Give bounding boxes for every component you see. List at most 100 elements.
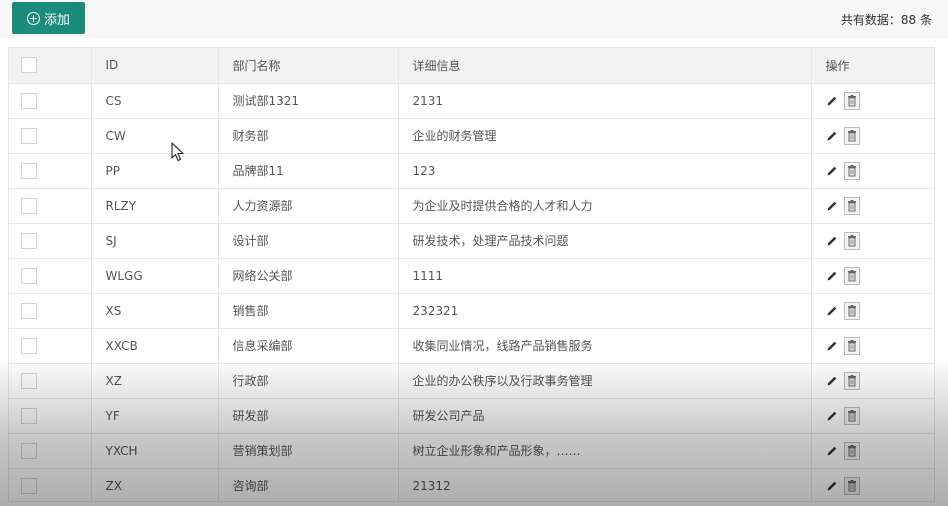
trash-icon[interactable] bbox=[843, 161, 860, 180]
header-id[interactable]: ID bbox=[91, 48, 219, 84]
table-row[interactable]: YF 研发部 研发公司产品 bbox=[9, 398, 934, 434]
row-select-cell bbox=[9, 83, 92, 119]
pencil-icon[interactable] bbox=[826, 340, 838, 352]
cell-id: YXCH bbox=[91, 433, 219, 469]
select-all-checkbox[interactable] bbox=[21, 57, 37, 74]
row-select-cell bbox=[9, 258, 92, 294]
cell-actions bbox=[811, 363, 935, 399]
row-actions bbox=[826, 336, 935, 355]
row-select-cell bbox=[9, 398, 92, 434]
cell-details: 123 bbox=[398, 153, 812, 189]
cell-actions bbox=[811, 293, 935, 329]
trash-icon[interactable] bbox=[843, 441, 860, 460]
cell-department-name: 设计部 bbox=[218, 223, 399, 259]
pencil-icon[interactable] bbox=[826, 200, 838, 212]
cell-id: ZX bbox=[91, 468, 219, 501]
cell-department-name: 品牌部11 bbox=[218, 153, 399, 189]
row-checkbox[interactable] bbox=[21, 477, 37, 494]
header-select-all-cell bbox=[9, 48, 92, 84]
row-select-cell bbox=[9, 118, 92, 154]
cell-id: SJ bbox=[91, 223, 219, 259]
cell-details: 研发公司产品 bbox=[398, 398, 812, 434]
pencil-icon[interactable] bbox=[826, 480, 838, 492]
table-row[interactable]: WLGG 网络公关部 1111 bbox=[9, 258, 935, 294]
pencil-icon[interactable] bbox=[826, 270, 838, 282]
cell-details: 232321 bbox=[398, 293, 812, 329]
trash-icon[interactable] bbox=[843, 91, 860, 110]
table-row[interactable]: CW 财务部 企业的财务管理 bbox=[9, 118, 934, 154]
table-row[interactable]: ZX 咨询部 21312 bbox=[9, 468, 934, 501]
row-checkbox[interactable] bbox=[21, 162, 37, 179]
row-checkbox[interactable] bbox=[21, 442, 37, 459]
row-checkbox[interactable] bbox=[21, 197, 37, 214]
trash-icon[interactable] bbox=[843, 406, 860, 425]
row-checkbox[interactable] bbox=[21, 127, 37, 144]
trash-icon[interactable] bbox=[843, 266, 860, 285]
trash-icon[interactable] bbox=[843, 336, 860, 355]
table-row[interactable]: YXCH 营销策划部 树立企业形象和产品形象，…… bbox=[9, 433, 935, 469]
table-row[interactable]: XXCB 信息采编部 收集同业情况，线路产品销售服务 bbox=[9, 328, 935, 364]
cell-details: 企业的财务管理 bbox=[398, 118, 812, 154]
pencil-icon[interactable] bbox=[826, 235, 838, 247]
cell-id: CW bbox=[91, 118, 219, 154]
trash-icon[interactable] bbox=[843, 371, 860, 390]
cell-actions bbox=[811, 83, 934, 119]
row-checkbox[interactable] bbox=[21, 92, 37, 109]
table-row[interactable]: SJ 设计部 研发技术，处理产品技术问题 bbox=[9, 223, 935, 259]
table-row[interactable]: XS 销售部 232321 bbox=[9, 293, 935, 329]
row-checkbox[interactable] bbox=[21, 337, 37, 354]
header-details[interactable]: 详细信息 bbox=[398, 48, 812, 84]
row-checkbox[interactable] bbox=[21, 267, 37, 284]
cell-actions bbox=[811, 118, 934, 154]
cell-actions bbox=[811, 398, 934, 434]
pencil-icon[interactable] bbox=[826, 375, 838, 387]
add-button[interactable]: + 添加 bbox=[12, 2, 85, 34]
table-row[interactable]: XZ 行政部 企业的办公秩序以及行政事务管理 bbox=[9, 363, 935, 399]
cell-actions bbox=[811, 258, 935, 294]
cell-department-name: 销售部 bbox=[218, 293, 399, 329]
cell-details: 树立企业形象和产品形象，…… bbox=[398, 433, 812, 469]
row-actions bbox=[826, 301, 935, 320]
row-actions bbox=[826, 371, 935, 390]
header-actions: 操作 bbox=[811, 48, 934, 84]
cell-department-name: 测试部1321 bbox=[218, 83, 399, 119]
row-checkbox[interactable] bbox=[21, 302, 37, 319]
trash-icon[interactable] bbox=[843, 476, 860, 495]
row-actions bbox=[826, 231, 935, 250]
table-body: CS 测试部1321 2131 CW 财务部 企业的财务管理 PP 品牌部11 … bbox=[9, 83, 935, 501]
trash-icon[interactable] bbox=[843, 126, 860, 145]
pencil-icon[interactable] bbox=[826, 305, 838, 317]
cell-id: PP bbox=[91, 153, 219, 189]
header-department-name[interactable]: 部门名称 bbox=[218, 48, 399, 84]
cell-actions bbox=[811, 188, 934, 224]
table-row[interactable]: PP 品牌部11 123 bbox=[9, 153, 934, 189]
plus-circle-icon: + bbox=[26, 11, 40, 25]
row-checkbox[interactable] bbox=[21, 372, 37, 389]
pencil-icon[interactable] bbox=[826, 410, 838, 422]
cell-id: RLZY bbox=[91, 188, 219, 224]
pencil-icon[interactable] bbox=[826, 165, 838, 177]
row-checkbox[interactable] bbox=[21, 232, 37, 249]
row-checkbox[interactable] bbox=[21, 407, 37, 424]
cell-details: 企业的办公秩序以及行政事务管理 bbox=[398, 363, 812, 399]
department-table: ID 部门名称 详细信息 操作 CS 测试部1321 2131 CW 财务部 企… bbox=[8, 47, 935, 502]
row-actions bbox=[826, 266, 935, 285]
cell-details: 研发技术，处理产品技术问题 bbox=[398, 223, 812, 259]
trash-icon[interactable] bbox=[843, 196, 860, 215]
pencil-icon[interactable] bbox=[826, 445, 838, 457]
table-header-row: ID 部门名称 详细信息 操作 bbox=[9, 48, 934, 84]
add-button-label: 添加 bbox=[43, 12, 70, 28]
cell-department-name: 营销策划部 bbox=[218, 433, 399, 469]
pencil-icon[interactable] bbox=[826, 130, 838, 142]
pencil-icon[interactable] bbox=[826, 95, 838, 107]
cell-id: XXCB bbox=[91, 328, 219, 364]
table-row[interactable]: RLZY 人力资源部 为企业及时提供合格的人才和人力 bbox=[9, 188, 934, 224]
table-row[interactable]: CS 测试部1321 2131 bbox=[9, 83, 934, 119]
trash-icon[interactable] bbox=[843, 301, 860, 320]
cell-id: XZ bbox=[91, 363, 219, 399]
trash-icon[interactable] bbox=[843, 231, 860, 250]
row-actions bbox=[826, 441, 935, 460]
row-select-cell bbox=[9, 433, 92, 469]
row-select-cell bbox=[9, 293, 92, 329]
row-select-cell bbox=[9, 153, 92, 189]
